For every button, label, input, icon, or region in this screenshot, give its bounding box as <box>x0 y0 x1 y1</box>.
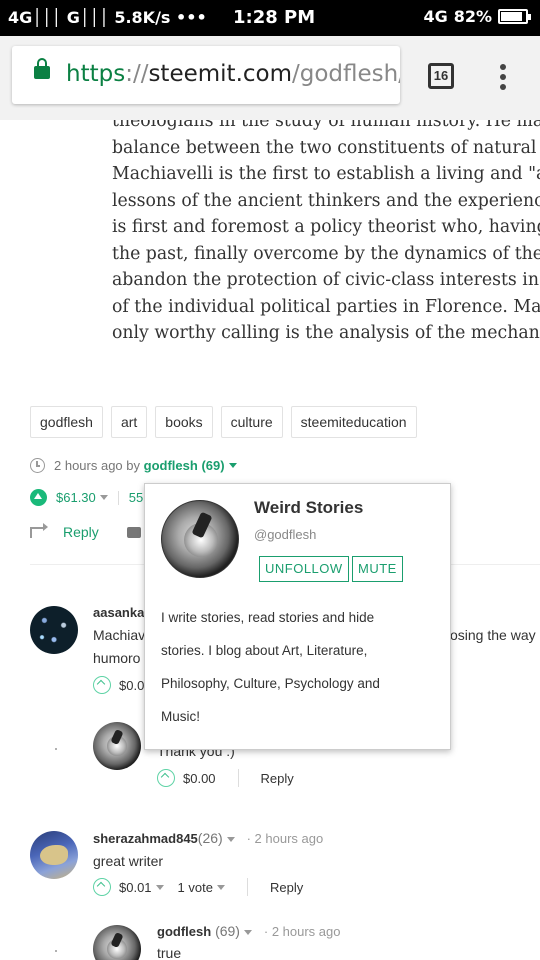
chat-icon[interactable] <box>126 526 141 538</box>
post-meta: 2 hours ago by godflesh (69) <box>30 458 237 473</box>
tag-art[interactable]: art <box>110 406 148 438</box>
unfollow-button[interactable]: UNFOLLOW <box>259 556 349 582</box>
address-bar[interactable]: https://steemit.com/godflesh/ <box>12 46 400 104</box>
tag-culture[interactable]: culture <box>220 406 283 438</box>
chevron-down-icon[interactable] <box>243 929 252 935</box>
popup-handle[interactable]: @godflesh <box>254 527 316 542</box>
comment-payout[interactable]: $0.0 <box>119 678 144 693</box>
comment-author-reputation: (69) <box>215 923 240 939</box>
bio-line: Philosophy, Culture, Psychology and <box>161 676 380 691</box>
avatar[interactable] <box>93 925 141 960</box>
status-right: 4G 82% <box>423 7 531 26</box>
article-line: lessons of the ancient thinkers and the … <box>112 190 540 211</box>
article-line: of the individual political parties in F… <box>112 296 540 317</box>
article-line: abandon the protection of civic-class in… <box>112 270 540 290</box>
clock-time: 1:28 PM <box>233 7 316 28</box>
chevron-down-icon[interactable] <box>99 495 108 500</box>
browser-toolbar: https://steemit.com/godflesh/ 16 <box>0 36 540 120</box>
divider <box>237 769 239 787</box>
comment-author-reputation: (26) <box>197 830 223 846</box>
upvote-icon[interactable] <box>93 878 111 896</box>
comment-reply-link[interactable]: Reply <box>270 880 303 895</box>
comment-votes[interactable]: 1 vote <box>178 880 213 895</box>
article-line: theologians in the study of human histor… <box>112 120 540 131</box>
post-actions: Reply 1 <box>30 522 155 540</box>
chevron-down-icon[interactable] <box>155 884 164 890</box>
comment-text: great writer <box>93 853 164 869</box>
divider <box>117 490 119 505</box>
article-line: balance between the two constituents of … <box>112 137 540 158</box>
comment-actions: $0.0 <box>93 676 144 694</box>
comment-author-link[interactable]: sherazahmad845 <box>93 831 198 846</box>
chevron-down-icon[interactable] <box>228 463 237 468</box>
url-text[interactable]: https://steemit.com/godflesh/ <box>66 61 400 87</box>
comment-actions: $0.00 Reply <box>157 769 294 787</box>
post-vote-row: $61.30 55 <box>30 489 143 506</box>
network-type: 4G <box>423 7 448 26</box>
chevron-down-icon[interactable] <box>216 884 225 890</box>
upvote-icon[interactable] <box>157 769 175 787</box>
tag-godflesh[interactable]: godflesh <box>30 406 103 438</box>
comment-time[interactable]: 2 hours ago <box>255 831 324 846</box>
comment-text: humoro <box>93 650 141 666</box>
menu-icon[interactable] <box>500 64 508 94</box>
upvote-icon[interactable] <box>30 489 47 506</box>
comment-payout[interactable]: $0.00 <box>183 771 216 786</box>
article-line: only worthy calling is the analysis of t… <box>112 323 540 343</box>
tag-list: godflesh art books culture steemiteducat… <box>30 406 417 438</box>
bio-line: I write stories, read stories and hide <box>161 610 375 625</box>
tag-books[interactable]: books <box>155 406 213 438</box>
reblog-icon[interactable] <box>30 522 48 538</box>
battery-percent: 82% <box>453 7 492 26</box>
author-reputation: (69) <box>201 458 225 473</box>
comment-text: Machiav <box>93 627 146 643</box>
bio-line: stories. I blog about Art, Literature, <box>161 643 368 658</box>
comment-payout[interactable]: $0.01 <box>119 880 152 895</box>
comment-reply-link[interactable]: Reply <box>261 771 294 786</box>
battery-icon <box>498 9 531 24</box>
comment-author-link[interactable]: godflesh <box>157 924 211 939</box>
mute-button[interactable]: MUTE <box>352 556 403 582</box>
post-reply-link[interactable]: Reply <box>63 524 99 540</box>
avatar[interactable] <box>30 831 78 879</box>
article-line: is first and foremost a policy theorist … <box>112 217 540 237</box>
post-votes[interactable]: 55 <box>129 490 143 505</box>
thread-dot <box>55 950 57 952</box>
thread-dot <box>55 748 57 750</box>
signal-and-speed: 4G│││ G│││ 5.8K/s ••• <box>8 8 207 27</box>
popup-display-name: Weird Stories <box>254 498 364 517</box>
article-line: the past, finally overcome by the dynami… <box>112 243 540 264</box>
chevron-down-icon[interactable] <box>226 836 235 842</box>
comment-text-right: osing the way <box>450 627 536 643</box>
avatar[interactable] <box>93 722 141 770</box>
popup-bio: I write stories, read stories and hide s… <box>161 601 431 733</box>
clock-icon <box>30 458 45 473</box>
comment-actions: $0.01 1 vote Reply <box>93 878 303 896</box>
status-bar: 4G│││ G│││ 5.8K/s ••• 1:28 PM 4G 82% <box>0 0 540 36</box>
comment-author: aasanka <box>93 605 145 620</box>
tab-switcher-button[interactable]: 16 <box>428 63 454 89</box>
lock-icon <box>34 58 50 79</box>
tag-steemiteducation[interactable]: steemiteducation <box>290 406 417 438</box>
post-author-link[interactable]: godflesh <box>144 458 198 473</box>
comment-text: true <box>157 945 182 960</box>
article-body: theologians in the study of human histor… <box>112 120 540 347</box>
bio-line: Music! <box>161 709 201 724</box>
upvote-icon[interactable] <box>93 676 111 694</box>
post-payout[interactable]: $61.30 <box>56 490 96 505</box>
divider <box>246 878 248 896</box>
post-time: 2 hours ago by <box>54 458 141 473</box>
comment-time[interactable]: 2 hours ago <box>272 924 341 939</box>
avatar[interactable] <box>30 606 78 654</box>
author-popup-card: Weird Stories @godflesh UNFOLLOW MUTE I … <box>144 483 451 750</box>
comment-header: sherazahmad845(26) · 2 hours ago <box>93 830 324 846</box>
comment-header: godflesh (69) · 2 hours ago <box>157 923 341 939</box>
article-line: Machiavelli is the first to establish a … <box>112 164 540 184</box>
popup-avatar[interactable] <box>161 500 239 578</box>
